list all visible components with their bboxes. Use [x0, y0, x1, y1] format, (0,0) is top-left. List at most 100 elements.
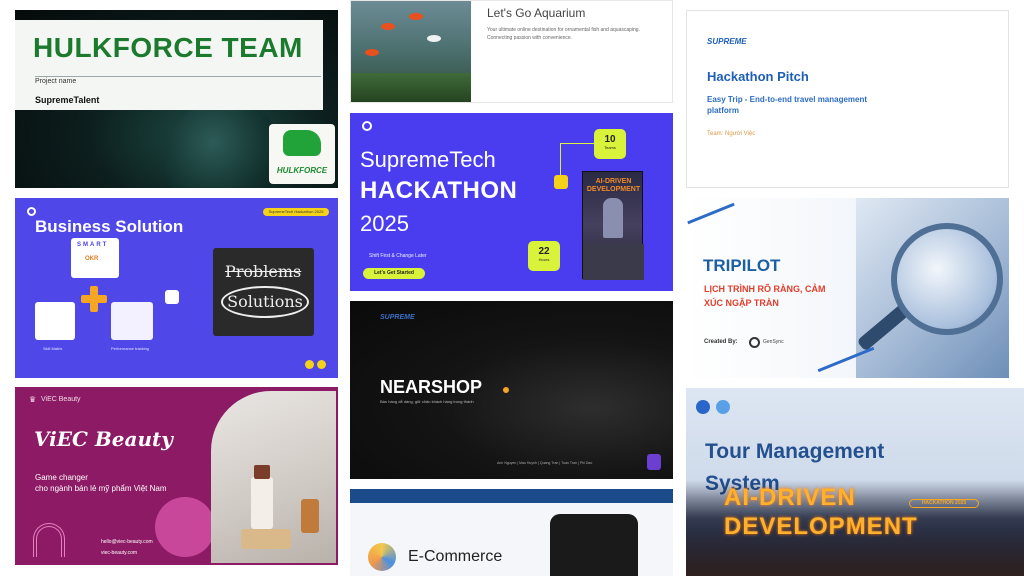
hackathon-pitch-slide-thumbnail[interactable]: SUPREME Hackathon Pitch Easy Trip - End-… — [686, 10, 1009, 188]
wood-pedestal — [241, 529, 291, 549]
supreme-logo: SUPREME — [707, 37, 747, 46]
slogan-line-2: XÚC NGẬP TRÀN — [704, 298, 779, 308]
supremetech-logo-icon — [27, 207, 36, 216]
title-line-3: 2025 — [360, 211, 409, 236]
flexed-arm-icon — [283, 130, 321, 156]
team-name: Team: Người Việc — [707, 131, 756, 137]
supreme-logo: SUPREME — [380, 314, 415, 321]
hours-label: Hours — [538, 257, 550, 262]
brand-title: ViEC Beauty — [34, 427, 173, 451]
ecommerce-slide-thumbnail[interactable]: E-Commerce — [350, 489, 673, 576]
divider — [35, 76, 321, 77]
aquarium-photo — [351, 1, 471, 102]
robot-graphic — [603, 198, 623, 238]
teams-tile: 10 Teams — [594, 129, 626, 159]
slide-title: HULKFORCE TEAM — [33, 32, 303, 63]
slide-title: Hackathon Pitch — [707, 69, 809, 84]
aquarium-slide-thumbnail[interactable]: Let's Go Aquarium Your ultimate online d… — [350, 0, 673, 103]
contact-website: viec-beauty.com — [101, 550, 138, 556]
logo-text: HULKFORCE — [276, 166, 328, 175]
connector-line — [560, 143, 594, 144]
hulkforce-logo: HULKFORCE — [269, 124, 335, 184]
connector-line — [560, 143, 561, 175]
arch-decoration — [33, 523, 65, 557]
tagline: Shift First & Change Later — [369, 253, 427, 259]
business-solution-slide-thumbnail[interactable]: SupremeTech Hackathon 2025 Business Solu… — [15, 198, 338, 378]
slogan-line-1: LỊCH TRÌNH RÕ RÀNG, CẢM — [704, 284, 826, 294]
top-banner — [350, 489, 673, 503]
tour-management-slide-thumbnail[interactable]: Tour Management System AI-DRIVEN HACKATH… — [686, 388, 1024, 576]
fish-graphic — [381, 23, 395, 30]
gensync-logo-icon — [749, 337, 760, 348]
lightbulb-icon — [165, 290, 179, 304]
problems-text: Problems — [225, 262, 302, 281]
team-members: Anh Nguyen | Mau Huynh | Quang Tran | Tu… — [497, 461, 593, 465]
performance-label: Performance tracking — [111, 346, 150, 351]
viec-beauty-slide-thumbnail[interactable]: ♛ ViEC Beauty ViEC Beauty Game changer c… — [15, 387, 338, 565]
bottle-graphic — [251, 477, 273, 529]
tagline-line-2: cho ngành bán lẻ mỹ phẩm Việt Nam — [35, 484, 167, 493]
accent-stripe — [687, 202, 735, 225]
supreme-logo-icon — [696, 400, 710, 414]
bottle-graphic — [301, 499, 319, 533]
development-text: DEVELOPMENT — [724, 513, 918, 540]
fish-graphic — [427, 35, 441, 42]
group-photo — [583, 244, 644, 280]
title-line-1: SupremeTech — [360, 147, 496, 172]
contact-email: hello@viec-beauty.com — [101, 539, 153, 545]
tripilot-slide-thumbnail[interactable]: TRIPILOT LỊCH TRÌNH RÕ RÀNG, CẢM XÚC NGẬ… — [686, 198, 1009, 378]
partner-logo-icon — [716, 400, 730, 414]
okr-label: OKR — [85, 256, 99, 262]
header-pill: SupremeTech Hackathon 2025 — [263, 208, 329, 216]
tagline-line-1: Game changer — [35, 473, 88, 482]
subtitle: Bán hàng dễ dàng, giữ chân khách hàng tr… — [380, 399, 474, 404]
slide-title: E-Commerce — [408, 548, 503, 565]
list-icon — [554, 175, 568, 189]
description-line-2: platform — [707, 106, 739, 115]
slide-title: NEARSHOP — [380, 377, 483, 397]
hulkforce-slide-thumbnail[interactable]: HULKFORCE TEAM Project name SupremeTalen… — [15, 10, 338, 188]
hackathon-badge: HACKATHON 2025 — [909, 499, 979, 508]
performance-chart-card — [111, 302, 153, 340]
team-avatar-icon — [647, 454, 661, 470]
slide-title: TRIPILOT — [703, 256, 781, 275]
created-by-label: Created By: — [704, 339, 738, 345]
nearshop-slide-thumbnail[interactable]: SUPREME NEARSHOP Bán hàng dễ dàng, giữ c… — [350, 301, 673, 479]
skill-matrix-card — [35, 302, 75, 340]
teams-value: 10 — [604, 134, 616, 145]
title-line-2: HACKATHON — [360, 177, 518, 204]
brand-label: ViEC Beauty — [41, 396, 81, 403]
project-name: SupremeTalent — [35, 95, 100, 105]
slide-title: Business Solution — [35, 217, 184, 236]
creator-name: GenSync — [763, 339, 784, 345]
skill-matrix-label: Skill Matrix — [43, 346, 63, 351]
product-photo — [211, 391, 336, 563]
description-line-1: Easy Trip - End-to-end travel management — [707, 95, 868, 104]
ai-driven-poster: AI-DRIVEN DEVELOPMENT — [582, 171, 644, 280]
project-label: Project name — [35, 78, 77, 85]
magnifier-icon — [891, 223, 1003, 335]
hackathon-slide-thumbnail[interactable]: SupremeTech HACKATHON 2025 Shift First &… — [350, 113, 673, 291]
get-started-button[interactable]: Let's Get Started — [363, 268, 425, 279]
plus-icon — [81, 286, 107, 312]
fish-graphic — [409, 13, 423, 20]
description-line-1: Your ultimate online destination for orn… — [487, 27, 640, 33]
ai-driven-text: AI-DRIVEN — [724, 484, 856, 511]
smart-label: SMART — [77, 242, 109, 248]
teams-label: Teams — [604, 145, 616, 150]
fish-graphic — [365, 49, 379, 56]
plants-graphic — [351, 73, 471, 102]
dropper-cap — [254, 465, 270, 479]
hours-tile: 22 Hours — [528, 241, 560, 271]
title-line-1: Tour Management — [705, 440, 885, 463]
sphere-graphic — [165, 100, 285, 188]
supremetech-logo-icon — [362, 121, 372, 131]
hours-value: 22 — [538, 246, 550, 257]
nav-dot-icon — [305, 360, 314, 369]
pink-circle — [155, 497, 215, 557]
slide-title: Let's Go Aquarium — [487, 6, 586, 20]
smart-okr-card: SMART OKR — [71, 238, 119, 278]
nav-dot-icon — [317, 360, 326, 369]
partner-logos — [696, 398, 736, 416]
solutions-text: Solutions — [221, 286, 309, 318]
